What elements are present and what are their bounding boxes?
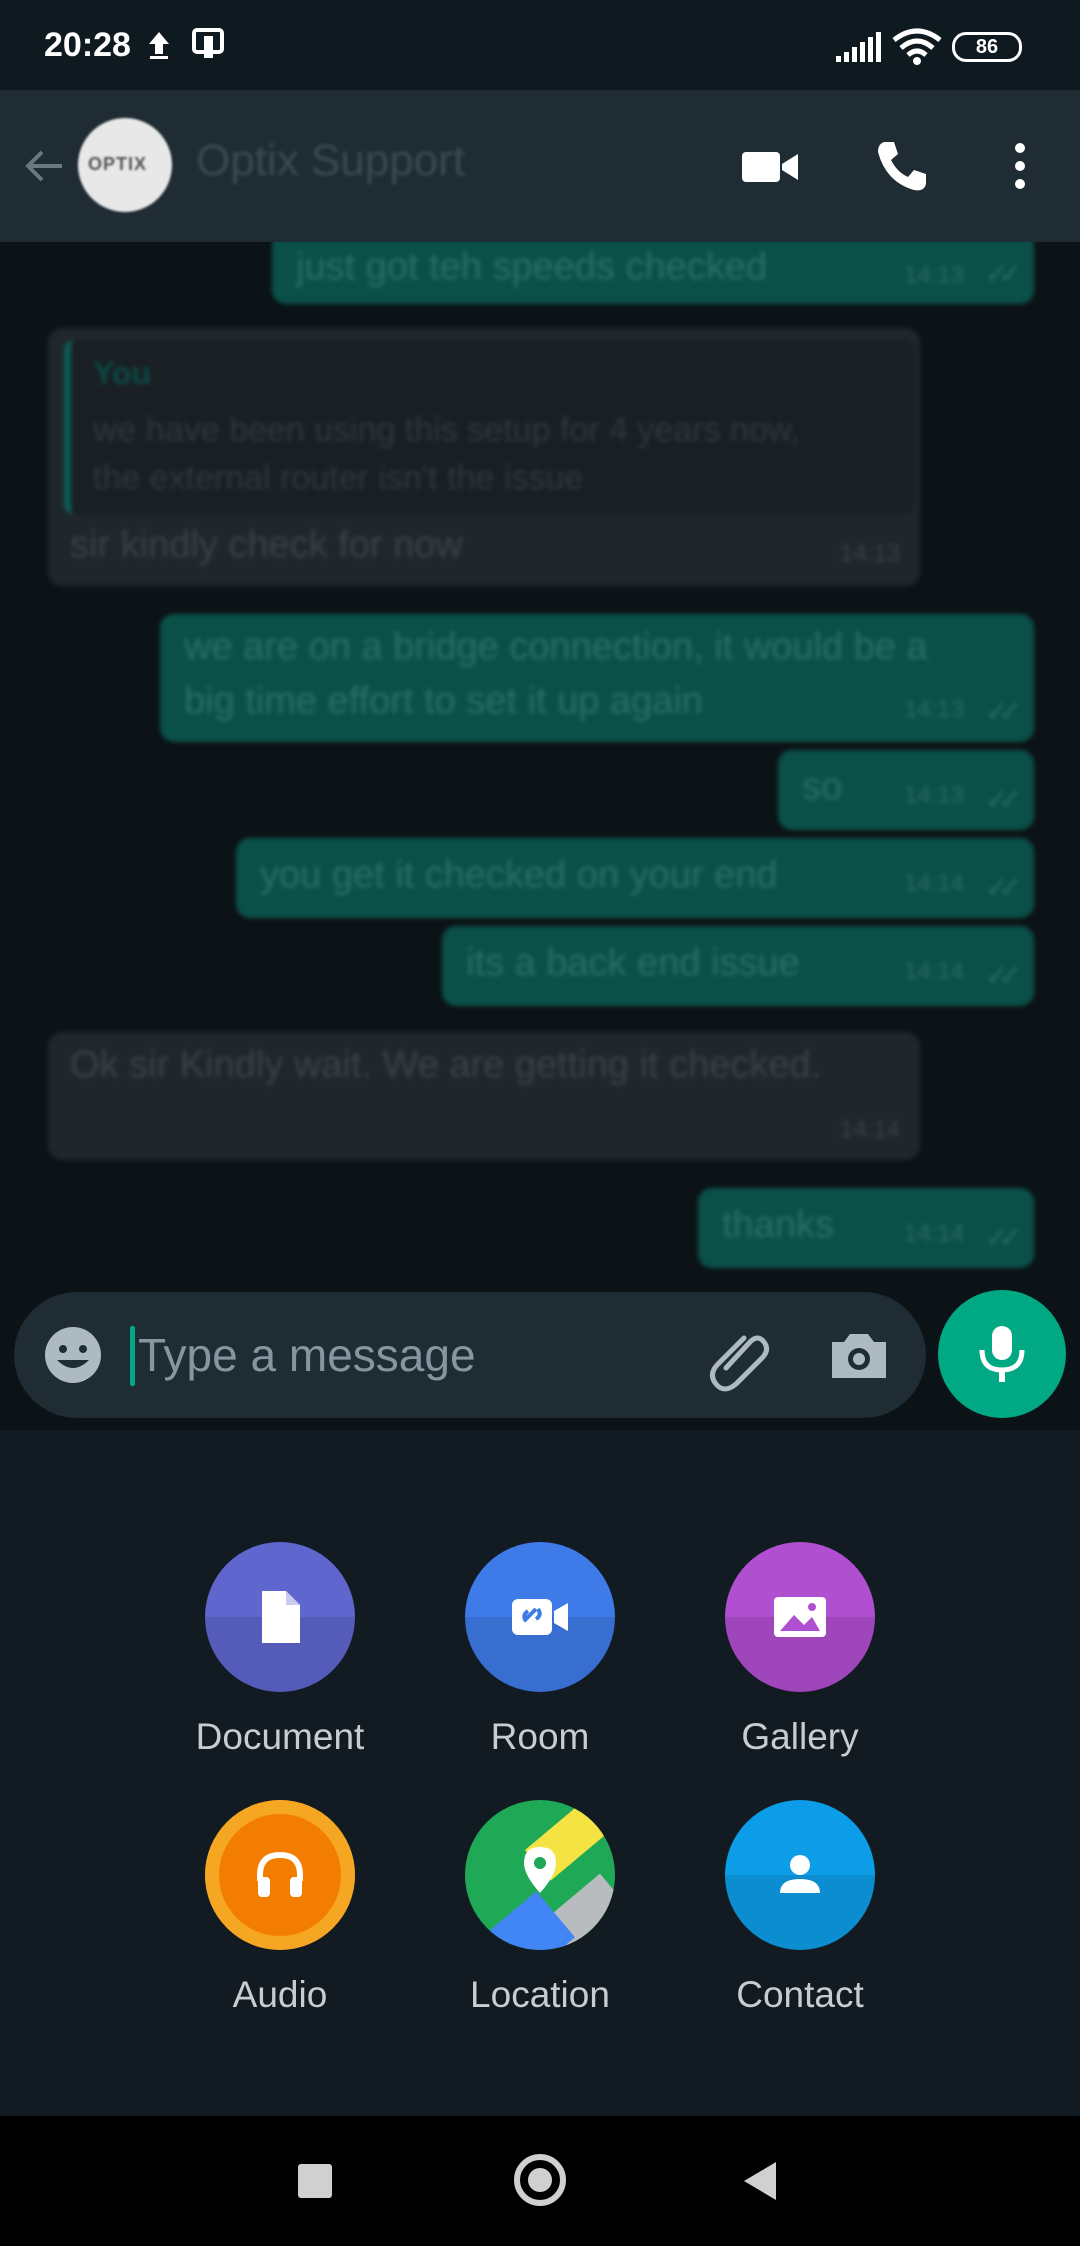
voice-record-button[interactable]	[938, 1290, 1066, 1418]
signal-icon	[836, 32, 881, 62]
video-call-icon[interactable]	[738, 134, 802, 198]
read-receipt-icon: ✓✓	[985, 872, 1022, 903]
status-time: 20:28	[44, 26, 131, 64]
read-receipt-icon: ✓✓	[985, 258, 1022, 289]
recents-button[interactable]	[298, 2164, 332, 2198]
back-button[interactable]	[744, 2162, 776, 2200]
message-bubble-outgoing[interactable]: you get it checked on your end 14:14 ✓✓	[236, 838, 1034, 918]
back-arrow-icon[interactable]	[18, 140, 70, 192]
more-options-icon[interactable]	[990, 134, 1054, 198]
attach-location-label: Location	[470, 1974, 610, 2015]
message-text: so	[802, 766, 843, 808]
document-icon	[205, 1542, 355, 1692]
message-time: 14:13	[903, 262, 964, 289]
emoji-icon[interactable]	[40, 1322, 106, 1388]
message-bubble-incoming[interactable]: Ok sir Kindly wait. We are getting it ch…	[48, 1032, 920, 1160]
message-input-bar: Type a message	[14, 1292, 926, 1418]
message-bubble-incoming[interactable]: You we have been using this setup for 4 …	[48, 328, 920, 586]
camera-icon[interactable]	[826, 1322, 892, 1388]
voice-call-icon[interactable]	[870, 134, 934, 198]
message-time: 14:14	[903, 1220, 964, 1247]
read-receipt-icon: ✓✓	[985, 960, 1022, 991]
attach-icon[interactable]	[704, 1322, 774, 1392]
attach-gallery-button[interactable]: Gallery	[670, 1542, 930, 1758]
message-time: 14:13	[839, 540, 900, 567]
avatar[interactable]: OPTIX	[78, 118, 172, 212]
attach-contact-button[interactable]: Contact	[670, 1800, 930, 2016]
contact-icon	[725, 1800, 875, 1950]
message-bubble-outgoing[interactable]: so 14:13 ✓✓	[778, 750, 1034, 830]
message-text: just got teh speeds checked	[296, 246, 768, 288]
message-time: 14:14	[903, 958, 964, 985]
message-time: 14:14	[839, 1116, 900, 1143]
read-receipt-icon: ✓✓	[985, 1222, 1022, 1253]
quote-text: we have been using this setup for 4 year…	[93, 411, 800, 497]
attach-document-button[interactable]: Document	[150, 1542, 410, 1758]
battery-indicator: 86	[952, 32, 1022, 62]
message-text: Ok sir Kindly wait. We are getting it ch…	[70, 1044, 822, 1086]
attachment-panel: Document Room Gallery Audio Location Con…	[0, 1430, 1080, 2116]
system-nav-bar	[0, 2116, 1080, 2246]
screen: 20:28 86 OPTIX Optix Support just got te…	[0, 0, 1080, 2246]
attach-gallery-label: Gallery	[741, 1716, 859, 1757]
message-bubble-outgoing[interactable]: just got teh speeds checked 14:13 ✓✓	[272, 242, 1034, 304]
avatar-logo-text: OPTIX	[88, 154, 148, 174]
gallery-icon	[725, 1542, 875, 1692]
attach-contact-label: Contact	[736, 1974, 864, 2015]
wifi-icon	[892, 28, 942, 65]
message-time: 14:14	[903, 870, 964, 897]
chat-header: OPTIX Optix Support	[0, 90, 1080, 242]
message-time: 14:13	[903, 696, 964, 723]
attach-room-button[interactable]: Room	[410, 1542, 670, 1758]
message-bubble-outgoing[interactable]: we are on a bridge connection, it would …	[160, 614, 1034, 742]
attach-audio-label: Audio	[232, 1974, 328, 2015]
attach-location-button[interactable]: Location	[410, 1800, 670, 2016]
quote-author: You	[93, 355, 152, 391]
message-text: you get it checked on your end	[260, 854, 778, 896]
contact-name[interactable]: Optix Support	[196, 136, 465, 186]
message-time: 14:13	[903, 782, 964, 809]
upload-icon	[149, 32, 169, 59]
message-text: thanks	[722, 1204, 834, 1246]
chat-area[interactable]: just got teh speeds checked 14:13 ✓✓ You…	[0, 242, 1080, 1430]
status-bar: 20:28 86	[0, 0, 1080, 90]
attach-audio-button[interactable]: Audio	[150, 1800, 410, 2016]
message-text: sir kindly check for now	[70, 524, 463, 566]
room-icon	[465, 1542, 615, 1692]
attach-room-label: Room	[490, 1716, 590, 1757]
message-bubble-outgoing[interactable]: thanks 14:14 ✓✓	[698, 1188, 1034, 1268]
message-text: its a back end issue	[466, 942, 800, 984]
message-text: we are on a bridge connection, it would …	[184, 626, 928, 722]
message-input[interactable]: Type a message	[138, 1328, 476, 1382]
home-button[interactable]	[514, 2154, 566, 2206]
read-receipt-icon: ✓✓	[985, 696, 1022, 727]
quoted-message[interactable]: You we have been using this setup for 4 …	[64, 340, 914, 514]
text-cursor	[130, 1326, 135, 1386]
message-bubble-outgoing[interactable]: its a back end issue 14:14 ✓✓	[442, 926, 1034, 1006]
app-notification-icon	[192, 28, 224, 58]
location-icon	[465, 1800, 615, 1950]
microphone-icon	[979, 1326, 1025, 1382]
headphones-icon	[205, 1800, 355, 1950]
read-receipt-icon: ✓✓	[985, 784, 1022, 815]
attach-document-label: Document	[195, 1716, 365, 1757]
